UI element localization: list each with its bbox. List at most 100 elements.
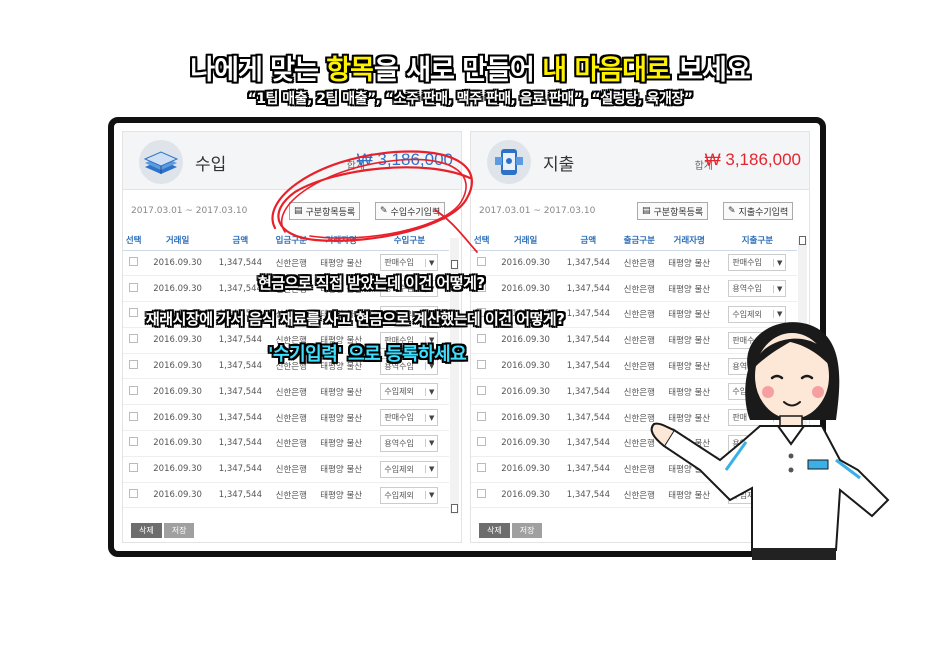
category-select[interactable]: 판매수입 ▼ [728, 254, 787, 272]
presenter-character-illustration [650, 322, 890, 560]
row-select-cell [123, 404, 145, 432]
table-row[interactable]: 2016.09.30 1,347,544 신한은행 태평양 물산 판매수입 ▼ [471, 250, 797, 277]
row-select-checkbox[interactable] [129, 385, 139, 395]
category-select-value: 판매수입 [732, 258, 762, 268]
row-select-checkbox[interactable] [129, 411, 139, 421]
table-row[interactable]: 2016.09.30 1,347,544 신한은행 태평양 물산 수입제외 ▼ [123, 482, 449, 509]
expense-category-register-button[interactable]: ▤ 구분항목등록 [637, 202, 709, 220]
category-select-value: 판매수입 [384, 413, 414, 423]
income-category-register-button[interactable]: ▤ 구분항목등록 [289, 202, 361, 220]
partner-cell: 태평양 물산 [660, 250, 718, 277]
headline-part: 을 새로 만들어 [373, 55, 543, 86]
row-select-cell [471, 430, 493, 457]
row-select-cell [123, 482, 145, 509]
expense-scroll-up-handle[interactable] [799, 236, 806, 245]
category-cell: 용역수입 ▼ [717, 275, 797, 303]
amount-cell: 1,347,544 [210, 482, 270, 509]
row-select-checkbox[interactable] [129, 489, 139, 499]
income-save-button[interactable]: 저장 [163, 523, 195, 538]
table-row[interactable]: 2016.09.30 1,347,544 신한은행 태평양 물산 용역수입 ▼ [471, 275, 797, 303]
category-select-value: 수입제외 [384, 387, 414, 397]
partner-cell: 태평양 물산 [312, 404, 370, 432]
column-header: 거래일 [492, 230, 559, 251]
row-select-checkbox[interactable] [477, 437, 487, 447]
category-select[interactable]: 판매수입 ▼ [380, 409, 439, 427]
column-header: 거래자명 [660, 230, 718, 251]
row-select-checkbox[interactable] [129, 334, 139, 344]
expense-title: 지출 [543, 155, 575, 175]
income-manual-entry-button[interactable]: ✎ 수입수기입력 [375, 202, 446, 220]
row-select-checkbox[interactable] [477, 411, 487, 421]
expense-delete-button[interactable]: 삭제 [479, 523, 510, 538]
category-select[interactable]: 판매수입 ▼ [380, 254, 439, 272]
category-select[interactable]: 수입제외 ▼ [380, 486, 439, 504]
expense-total-value: ₩ 3,186,000 [704, 150, 801, 169]
income-table-header-row: 선택 거래일 금액 입금구분 거래자명 수입구분 [123, 230, 449, 251]
income-date-range[interactable]: 2017.03.01 ~ 2017.03.10 [131, 206, 247, 216]
expense-footer-buttons: 삭제 저장 [479, 523, 543, 538]
column-header: 금액 [210, 230, 270, 251]
table-row[interactable]: 2016.09.30 1,347,544 신한은행 태평양 물산 용역수입 ▼ [123, 430, 449, 457]
bank-cell: 신한은행 [269, 456, 313, 483]
bank-cell: 신한은행 [269, 482, 313, 509]
row-select-checkbox[interactable] [129, 308, 139, 318]
amount-cell: 1,347,544 [558, 275, 618, 303]
row-select-checkbox[interactable] [129, 437, 139, 447]
category-select[interactable]: 용역수입 ▼ [380, 434, 439, 452]
row-select-checkbox[interactable] [477, 463, 487, 473]
headline-part: 나에게 맞는 [190, 55, 327, 86]
headline-part: 보세요 [669, 55, 751, 86]
income-scroll-down-handle[interactable] [451, 504, 458, 513]
row-select-checkbox[interactable] [477, 334, 487, 344]
dropdown-arrow-icon: ▼ [424, 413, 434, 422]
button-label: 수입수기입력 [390, 207, 441, 218]
date-cell: 2016.09.30 [144, 275, 211, 303]
income-delete-button[interactable]: 삭제 [131, 523, 162, 538]
income-total-value: ₩ 3,186,000 [356, 150, 453, 169]
category-select-value: 판매수입 [384, 258, 414, 268]
row-select-checkbox[interactable] [477, 256, 487, 266]
amount-cell: 1,347,544 [210, 430, 270, 457]
category-select-value: 용역수입 [384, 438, 414, 448]
table-row[interactable]: 2016.09.30 1,347,544 신한은행 태평양 물산 판매수입 ▼ [123, 404, 449, 432]
income-scroll-up-handle[interactable] [451, 260, 458, 269]
row-select-checkbox[interactable] [129, 256, 139, 266]
category-select-value: 용역수입 [732, 284, 762, 294]
table-row[interactable]: 2016.09.30 1,347,544 신한은행 태평양 물산 수입제외 ▼ [123, 456, 449, 483]
row-select-cell [123, 456, 145, 483]
row-select-checkbox[interactable] [129, 463, 139, 473]
row-select-checkbox[interactable] [129, 360, 139, 370]
row-select-cell [471, 482, 493, 509]
expense-manual-entry-button[interactable]: ✎ 지출수기입력 [723, 202, 794, 220]
table-row[interactable]: 2016.09.30 1,347,544 신한은행 태평양 물산 수입제외 ▼ [123, 378, 449, 406]
category-cell: 수입제외 ▼ [369, 378, 449, 406]
row-select-checkbox[interactable] [477, 360, 487, 370]
category-select[interactable]: 수입제외 ▼ [380, 460, 439, 478]
income-title: 수입 [195, 155, 227, 175]
partner-cell: 태평양 물산 [312, 430, 370, 457]
mobile-payment-icon [487, 140, 531, 184]
income-panel: 수입 합계 ₩ 3,186,000 2017.03.01 ~ 2017.03.1… [122, 131, 462, 543]
dropdown-arrow-icon: ▼ [424, 439, 434, 448]
date-cell: 2016.09.30 [492, 456, 559, 483]
amount-cell: 1,347,544 [558, 430, 618, 457]
dropdown-arrow-icon: ▼ [424, 491, 434, 500]
expense-date-range[interactable]: 2017.03.01 ~ 2017.03.10 [479, 206, 595, 216]
row-select-cell [123, 250, 145, 277]
list-icon: ▤ [642, 206, 651, 216]
category-select[interactable]: 수입제외 ▼ [380, 383, 439, 401]
row-select-checkbox[interactable] [129, 282, 139, 292]
column-header: 출금구분 [617, 230, 661, 251]
category-select[interactable]: 용역수입 ▼ [728, 280, 787, 298]
date-cell: 2016.09.30 [492, 404, 559, 432]
row-select-checkbox[interactable] [477, 385, 487, 395]
row-select-checkbox[interactable] [477, 489, 487, 499]
date-cell: 2016.09.30 [144, 327, 211, 354]
expense-save-button[interactable]: 저장 [511, 523, 543, 538]
category-cell: 수입제외 ▼ [369, 482, 449, 509]
row-select-cell [123, 378, 145, 406]
headline-highlight: 항목 [326, 55, 375, 86]
amount-cell: 1,347,544 [210, 378, 270, 406]
callout-question-2: 재래시장에 가서 음식 재료를 사고 현금으로 계산했는데 이건 어떻게? [146, 310, 565, 328]
list-icon: ▤ [294, 206, 303, 216]
